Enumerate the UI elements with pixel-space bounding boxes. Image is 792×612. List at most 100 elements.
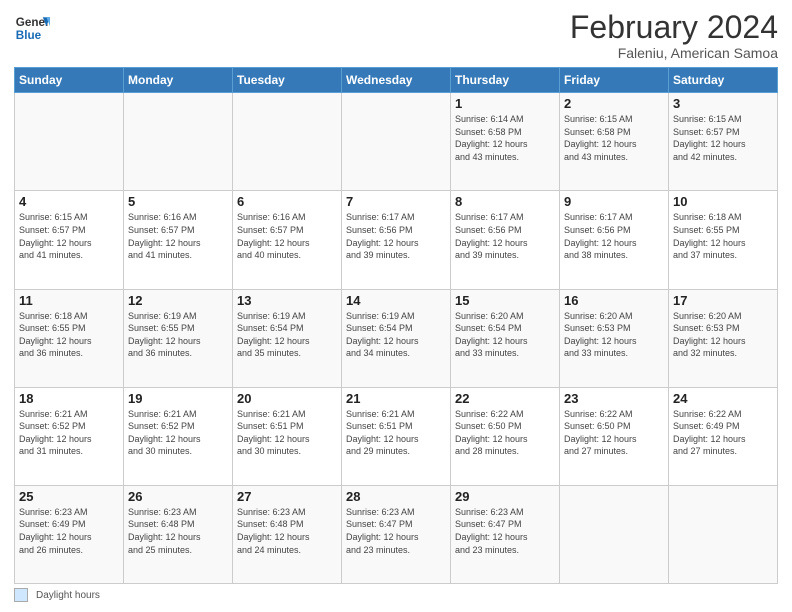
col-header-monday: Monday — [124, 68, 233, 93]
day-number: 3 — [673, 96, 773, 111]
day-number: 14 — [346, 293, 446, 308]
day-number: 26 — [128, 489, 228, 504]
calendar-cell: 10 Sunrise: 6:18 AM Sunset: 6:55 PM Dayli… — [669, 191, 778, 289]
day-number: 21 — [346, 391, 446, 406]
day-info: Sunrise: 6:17 AM Sunset: 6:56 PM Dayligh… — [564, 211, 664, 261]
day-number: 12 — [128, 293, 228, 308]
day-number: 9 — [564, 194, 664, 209]
day-number: 13 — [237, 293, 337, 308]
day-info: Sunrise: 6:16 AM Sunset: 6:57 PM Dayligh… — [237, 211, 337, 261]
day-info: Sunrise: 6:17 AM Sunset: 6:56 PM Dayligh… — [455, 211, 555, 261]
day-number: 4 — [19, 194, 119, 209]
calendar-cell: 18 Sunrise: 6:21 AM Sunset: 6:52 PM Dayli… — [15, 387, 124, 485]
day-info: Sunrise: 6:15 AM Sunset: 6:57 PM Dayligh… — [673, 113, 773, 163]
day-number: 16 — [564, 293, 664, 308]
location-subtitle: Faleniu, American Samoa — [570, 45, 778, 61]
day-info: Sunrise: 6:15 AM Sunset: 6:58 PM Dayligh… — [564, 113, 664, 163]
col-header-thursday: Thursday — [451, 68, 560, 93]
calendar-cell — [124, 93, 233, 191]
calendar-cell — [15, 93, 124, 191]
day-number: 28 — [346, 489, 446, 504]
calendar-cell: 2 Sunrise: 6:15 AM Sunset: 6:58 PM Daylig… — [560, 93, 669, 191]
day-info: Sunrise: 6:20 AM Sunset: 6:53 PM Dayligh… — [564, 310, 664, 360]
calendar-cell: 17 Sunrise: 6:20 AM Sunset: 6:53 PM Dayli… — [669, 289, 778, 387]
day-info: Sunrise: 6:23 AM Sunset: 6:47 PM Dayligh… — [455, 506, 555, 556]
day-number: 29 — [455, 489, 555, 504]
col-header-friday: Friday — [560, 68, 669, 93]
day-number: 18 — [19, 391, 119, 406]
day-info: Sunrise: 6:16 AM Sunset: 6:57 PM Dayligh… — [128, 211, 228, 261]
calendar-header-row: SundayMondayTuesdayWednesdayThursdayFrid… — [15, 68, 778, 93]
day-info: Sunrise: 6:17 AM Sunset: 6:56 PM Dayligh… — [346, 211, 446, 261]
day-number: 2 — [564, 96, 664, 111]
calendar-week-2: 4 Sunrise: 6:15 AM Sunset: 6:57 PM Daylig… — [15, 191, 778, 289]
col-header-sunday: Sunday — [15, 68, 124, 93]
daylight-legend-label: Daylight hours — [36, 590, 100, 601]
day-number: 25 — [19, 489, 119, 504]
calendar-cell: 14 Sunrise: 6:19 AM Sunset: 6:54 PM Dayli… — [342, 289, 451, 387]
svg-text:Blue: Blue — [16, 29, 42, 42]
calendar-cell: 5 Sunrise: 6:16 AM Sunset: 6:57 PM Daylig… — [124, 191, 233, 289]
day-info: Sunrise: 6:15 AM Sunset: 6:57 PM Dayligh… — [19, 211, 119, 261]
calendar-cell: 11Sunrise: 6:18 AM Sunset: 6:55 PM Dayli… — [15, 289, 124, 387]
day-info: Sunrise: 6:23 AM Sunset: 6:47 PM Dayligh… — [346, 506, 446, 556]
day-info: Sunrise: 6:19 AM Sunset: 6:54 PM Dayligh… — [346, 310, 446, 360]
calendar-cell: 6 Sunrise: 6:16 AM Sunset: 6:57 PM Daylig… — [233, 191, 342, 289]
day-number: 6 — [237, 194, 337, 209]
calendar-cell: 1 Sunrise: 6:14 AM Sunset: 6:58 PM Daylig… — [451, 93, 560, 191]
calendar-cell: 12 Sunrise: 6:19 AM Sunset: 6:55 PM Dayli… — [124, 289, 233, 387]
day-info: Sunrise: 6:21 AM Sunset: 6:51 PM Dayligh… — [346, 408, 446, 458]
calendar-cell: 4 Sunrise: 6:15 AM Sunset: 6:57 PM Daylig… — [15, 191, 124, 289]
calendar-cell — [342, 93, 451, 191]
day-number: 23 — [564, 391, 664, 406]
day-number: 27 — [237, 489, 337, 504]
col-header-saturday: Saturday — [669, 68, 778, 93]
day-number: 10 — [673, 194, 773, 209]
month-title: February 2024 — [570, 10, 778, 45]
calendar-cell: 22 Sunrise: 6:22 AM Sunset: 6:50 PM Dayli… — [451, 387, 560, 485]
day-info: Sunrise: 6:18 AM Sunset: 6:55 PM Dayligh… — [673, 211, 773, 261]
calendar-cell — [669, 485, 778, 583]
calendar-cell: 26 Sunrise: 6:23 AM Sunset: 6:48 PM Dayli… — [124, 485, 233, 583]
day-info: Sunrise: 6:19 AM Sunset: 6:55 PM Dayligh… — [128, 310, 228, 360]
calendar-cell: 20 Sunrise: 6:21 AM Sunset: 6:51 PM Dayli… — [233, 387, 342, 485]
day-info: Sunrise: 6:23 AM Sunset: 6:48 PM Dayligh… — [237, 506, 337, 556]
header: General Blue February 2024 Faleniu, Amer… — [14, 10, 778, 61]
day-number: 7 — [346, 194, 446, 209]
calendar-cell: 15Sunrise: 6:20 AM Sunset: 6:54 PM Dayli… — [451, 289, 560, 387]
day-number: 19 — [128, 391, 228, 406]
title-area: February 2024 Faleniu, American Samoa — [570, 10, 778, 61]
day-info: Sunrise: 6:22 AM Sunset: 6:49 PM Dayligh… — [673, 408, 773, 458]
calendar-cell: 3 Sunrise: 6:15 AM Sunset: 6:57 PM Daylig… — [669, 93, 778, 191]
calendar-week-3: 11Sunrise: 6:18 AM Sunset: 6:55 PM Dayli… — [15, 289, 778, 387]
day-number: 1 — [455, 96, 555, 111]
day-info: Sunrise: 6:14 AM Sunset: 6:58 PM Dayligh… — [455, 113, 555, 163]
col-header-wednesday: Wednesday — [342, 68, 451, 93]
day-number: 22 — [455, 391, 555, 406]
calendar-cell: 24 Sunrise: 6:22 AM Sunset: 6:49 PM Dayli… — [669, 387, 778, 485]
calendar-cell: 19Sunrise: 6:21 AM Sunset: 6:52 PM Dayli… — [124, 387, 233, 485]
day-number: 17 — [673, 293, 773, 308]
day-info: Sunrise: 6:21 AM Sunset: 6:52 PM Dayligh… — [19, 408, 119, 458]
calendar-cell: 16 Sunrise: 6:20 AM Sunset: 6:53 PM Dayli… — [560, 289, 669, 387]
calendar-cell: 23 Sunrise: 6:22 AM Sunset: 6:50 PM Dayli… — [560, 387, 669, 485]
day-info: Sunrise: 6:18 AM Sunset: 6:55 PM Dayligh… — [19, 310, 119, 360]
day-info: Sunrise: 6:22 AM Sunset: 6:50 PM Dayligh… — [564, 408, 664, 458]
calendar-week-4: 18 Sunrise: 6:21 AM Sunset: 6:52 PM Dayli… — [15, 387, 778, 485]
day-number: 20 — [237, 391, 337, 406]
day-number: 5 — [128, 194, 228, 209]
footer: Daylight hours — [14, 588, 778, 602]
day-info: Sunrise: 6:20 AM Sunset: 6:53 PM Dayligh… — [673, 310, 773, 360]
day-number: 24 — [673, 391, 773, 406]
calendar-cell — [233, 93, 342, 191]
calendar-week-1: 1 Sunrise: 6:14 AM Sunset: 6:58 PM Daylig… — [15, 93, 778, 191]
day-info: Sunrise: 6:21 AM Sunset: 6:51 PM Dayligh… — [237, 408, 337, 458]
day-info: Sunrise: 6:22 AM Sunset: 6:50 PM Dayligh… — [455, 408, 555, 458]
calendar: SundayMondayTuesdayWednesdayThursdayFrid… — [14, 67, 778, 584]
day-info: Sunrise: 6:23 AM Sunset: 6:48 PM Dayligh… — [128, 506, 228, 556]
calendar-cell: 21 Sunrise: 6:21 AM Sunset: 6:51 PM Dayli… — [342, 387, 451, 485]
calendar-cell: 28 Sunrise: 6:23 AM Sunset: 6:47 PM Dayli… — [342, 485, 451, 583]
page: General Blue February 2024 Faleniu, Amer… — [0, 0, 792, 612]
day-number: 15 — [455, 293, 555, 308]
calendar-cell: 8Sunrise: 6:17 AM Sunset: 6:56 PM Daylig… — [451, 191, 560, 289]
